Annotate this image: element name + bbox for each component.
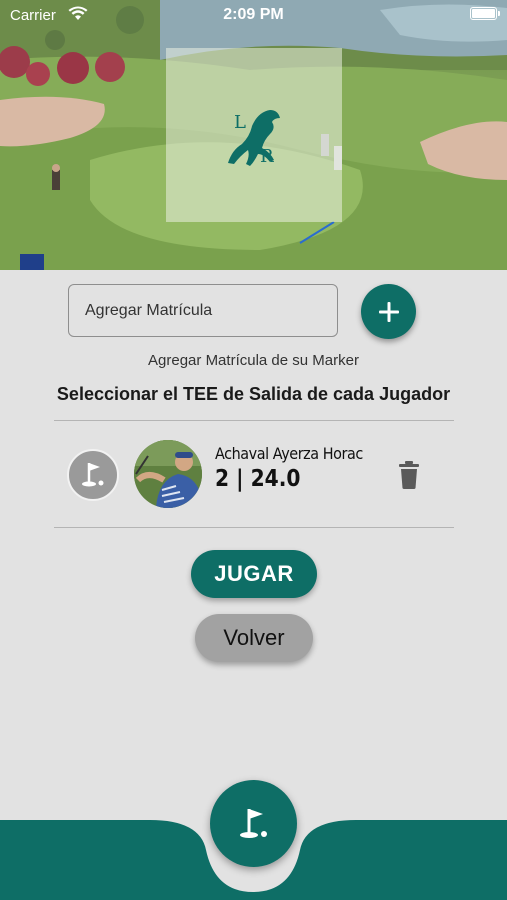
plus-icon [378, 301, 399, 322]
divider-bottom [54, 527, 454, 528]
jugar-button[interactable]: JUGAR [191, 550, 317, 598]
svg-text:L: L [234, 112, 246, 133]
golf-flag-icon [82, 463, 104, 487]
section-title: Seleccionar el TEE de Salida de cada Jug… [56, 384, 451, 404]
hero-image: L R [0, 0, 507, 270]
matricula-hint: Agregar Matrícula de su Marker [148, 352, 359, 369]
volver-button[interactable]: Volver [195, 614, 313, 662]
player-stats: 2 | 24.0 [215, 466, 301, 492]
club-logo: L R [166, 48, 342, 222]
status-bar: Carrier 2:09 PM [0, 0, 507, 32]
tee-selector-button[interactable] [67, 449, 119, 501]
player-avatar [134, 440, 202, 508]
home-fab-button[interactable] [210, 780, 297, 867]
add-matricula-button[interactable] [361, 284, 416, 339]
battery-icon [470, 7, 500, 20]
matricula-input[interactable] [68, 284, 338, 337]
golf-flag-icon [239, 808, 267, 838]
divider-top [54, 420, 454, 421]
status-time: 2:09 PM [223, 6, 284, 23]
trash-icon[interactable] [398, 461, 420, 489]
player-name: Achaval Ayerza Horac [215, 444, 363, 463]
